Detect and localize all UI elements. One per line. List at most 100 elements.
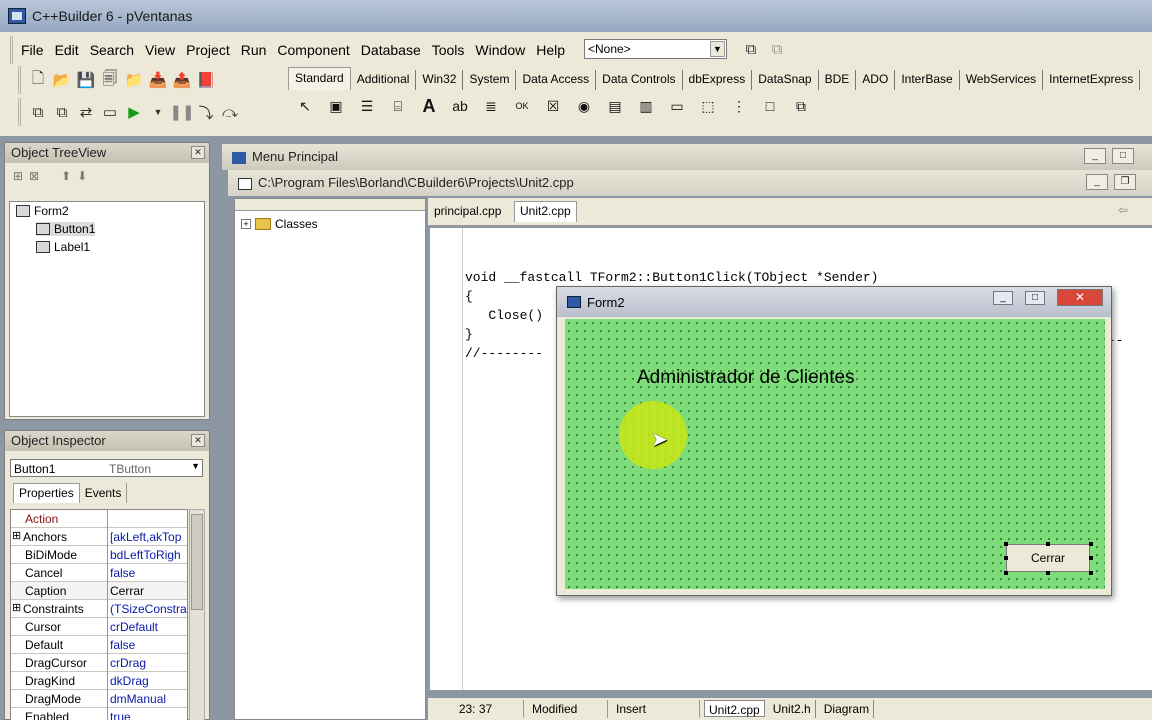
maximize-icon[interactable]: □ [1112,148,1134,164]
palette-tab-system[interactable]: System [463,70,517,90]
property-value[interactable]: crDrag [110,656,187,670]
desktop-combo[interactable]: <None> ▼ [584,39,727,59]
open-icon[interactable]: 📂 [51,69,73,91]
property-row[interactable]: Enabled true [11,708,187,720]
palette-tab-bde[interactable]: BDE [819,70,857,90]
groupbox-icon[interactable]: ⬚ [695,94,721,118]
property-value[interactable]: Cerrar [110,584,187,598]
frames-icon[interactable]: ▣ [323,94,349,118]
save-icon[interactable]: 💾 [75,69,97,91]
tab-events[interactable]: Events [80,483,128,503]
new-form-icon[interactable]: ▭ [99,101,121,123]
form-button-cerrar[interactable]: Cerrar [1006,544,1090,572]
radiogroup-icon[interactable]: ⋮ [726,94,752,118]
menu-database[interactable]: Database [361,42,421,58]
tab-properties[interactable]: Properties [13,483,80,503]
bottom-tab-diagram[interactable]: Diagram [820,700,875,718]
tree-item-button1[interactable]: Button1 [36,222,96,236]
expand-icon[interactable]: ⊞ [12,529,21,542]
property-value[interactable]: true [110,710,187,720]
menu-window[interactable]: Window [475,42,525,58]
step-over-icon[interactable]: ⤼ [219,101,241,123]
view-form-icon[interactable]: ⧉ [51,101,73,123]
property-row[interactable]: Default false [11,636,187,654]
pause-icon[interactable]: ❚❚ [169,101,194,123]
palette-tab-data-access[interactable]: Data Access [516,70,597,90]
palette-tab-data-controls[interactable]: Data Controls [596,70,683,90]
tree-item-form2[interactable]: Form2 [16,204,69,218]
menu-edit[interactable]: Edit [55,42,79,58]
object-selector[interactable]: Button1 TButton ▼ [10,459,203,477]
button-icon[interactable]: OK [509,94,535,118]
menu-file[interactable]: File [21,42,44,58]
menu-view[interactable]: View [145,42,175,58]
save-all-icon[interactable]: 🗐 [99,69,121,91]
expand-icon[interactable]: + [241,219,251,229]
expand-icon[interactable]: ⊞ [12,601,21,614]
panel-icon[interactable]: □ [757,94,783,118]
pointer-icon[interactable]: ↖ [292,94,318,118]
checkbox-icon[interactable]: ☒ [540,94,566,118]
property-row[interactable]: ⊞ Constraints (TSizeConstra [11,600,187,618]
popupmenu-icon[interactable]: ⌸ [385,94,411,118]
property-value[interactable]: false [110,638,187,652]
property-scrollbar[interactable] [189,509,205,720]
trace-into-icon[interactable]: ⤵ [195,101,217,123]
palette-tab-win32[interactable]: Win32 [416,70,464,90]
combobox-icon[interactable]: ▥ [633,94,659,118]
property-value[interactable]: (TSizeConstra [110,602,187,616]
menu-search[interactable]: Search [90,42,134,58]
palette-tab-ado[interactable]: ADO [856,70,896,90]
menu-component[interactable]: Component [277,42,349,58]
property-row[interactable]: DragKind dkDrag [11,672,187,690]
radiobutton-icon[interactable]: ◉ [571,94,597,118]
selection-handle[interactable] [1004,542,1008,546]
property-value[interactable]: dkDrag [110,674,187,688]
scrollbar-thumb[interactable] [191,514,203,610]
palette-tab-dbexpress[interactable]: dbExpress [683,70,753,90]
chevron-down-icon[interactable]: ▼ [191,461,200,471]
delete-item-icon[interactable]: ⊠ [29,169,39,187]
set-debug-desktop-icon[interactable]: ⧉ [766,38,788,60]
restore-icon[interactable]: ❐ [1114,174,1136,190]
property-row[interactable]: DragMode dmManual [11,690,187,708]
form2-window[interactable]: Form2 _ □ ✕ Administrador de Clientes ➤ … [556,286,1112,596]
minimize-icon[interactable]: _ [1084,148,1106,164]
minimize-icon[interactable]: _ [1086,174,1108,190]
run-dropdown-icon[interactable]: ▼ [147,101,169,123]
new-icon[interactable]: 🗋 [27,69,49,91]
form-label-administrador[interactable]: Administrador de Clientes [637,367,855,389]
help-book-icon[interactable]: 📕 [195,69,217,91]
new-item-icon[interactable]: ⊞ [13,169,23,187]
property-value[interactable]: false [110,566,187,580]
selection-handle[interactable] [1046,542,1050,546]
actionlist-icon[interactable]: ⧉ [788,94,814,118]
editor-tab-principal[interactable]: principal.cpp [434,204,501,218]
palette-tab-datasnap[interactable]: DataSnap [752,70,819,90]
save-desktop-icon[interactable]: ⧉ [740,38,762,60]
chevron-down-icon[interactable]: ▼ [710,41,725,57]
toggle-form-unit-icon[interactable]: ⇄ [75,101,97,123]
close-icon[interactable]: ✕ [191,146,205,159]
arrow-down-icon[interactable]: ⬇ [77,169,87,187]
remove-from-project-icon[interactable]: 📤 [171,69,193,91]
selection-handle[interactable] [1046,571,1050,575]
property-row[interactable]: Cursor crDefault [11,618,187,636]
menu-project[interactable]: Project [186,42,230,58]
property-value[interactable]: [akLeft,akTop [110,530,187,544]
menu-run[interactable]: Run [241,42,267,58]
mainmenu-icon[interactable]: ☰ [354,94,380,118]
palette-tab-webservices[interactable]: WebServices [960,70,1044,90]
property-row[interactable]: Caption Cerrar [11,582,187,600]
palette-tab-internetexpress[interactable]: InternetExpress [1043,70,1141,90]
property-value[interactable]: dmManual [110,692,187,706]
form-design-grid[interactable]: Administrador de Clientes ➤ Cerrar [565,319,1105,589]
selection-handle[interactable] [1089,571,1093,575]
arrow-up-icon[interactable]: ⬆ [61,169,71,187]
back-arrow-icon[interactable]: ⇦ [1118,203,1128,217]
listbox-icon[interactable]: ▤ [602,94,628,118]
editor-tab-unit2[interactable]: Unit2.cpp [514,201,577,222]
class-tree-node[interactable]: + Classes [241,217,318,231]
minimize-icon[interactable]: _ [993,291,1013,305]
open-project-icon[interactable]: 📁 [123,69,145,91]
